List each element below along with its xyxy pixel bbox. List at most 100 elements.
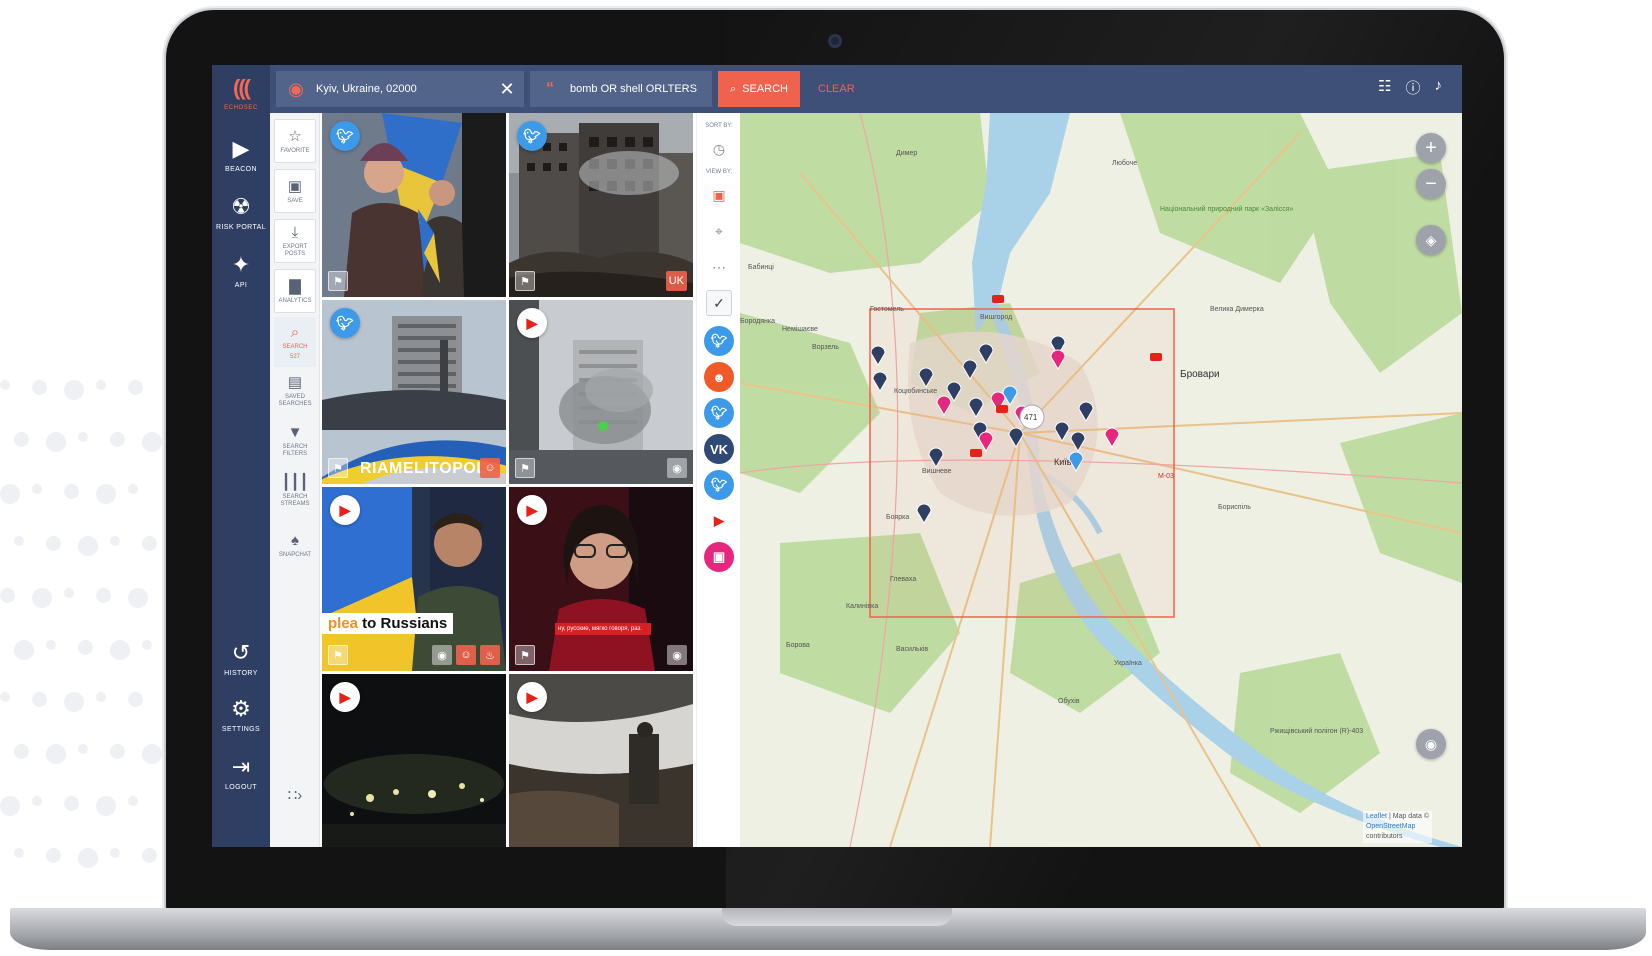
beacon-icon: ▶ — [232, 136, 250, 161]
laptop-notch — [722, 908, 952, 926]
echosec-logo-icon: ((( — [233, 75, 251, 100]
flickr-source-icon[interactable]: ▣ — [704, 542, 734, 572]
youtube-map-marker[interactable] — [992, 295, 1004, 303]
decorative-dot — [128, 484, 138, 494]
flag-icon[interactable]: ⚑ — [328, 271, 348, 291]
nav-risk-portal[interactable]: ☢ RISK PORTAL — [212, 187, 270, 239]
star-icon: ☆ — [288, 127, 302, 145]
decorative-dot — [32, 692, 47, 707]
more-icon[interactable]: ⋯ — [705, 253, 733, 281]
flag-icon[interactable]: ⚑ — [515, 458, 535, 478]
decorative-dot — [96, 796, 116, 816]
search-icon: ⌕ — [729, 82, 737, 95]
location-pin-icon[interactable]: ◉ — [667, 458, 687, 478]
map-view[interactable]: Димер Любоче Вишгород Бабинці Бородянка … — [740, 113, 1462, 847]
nav-history[interactable]: ↺ HISTORY — [212, 633, 270, 685]
post-card[interactable]: ▶ plea to Russians ⚑ ♨ ☺ ◉ — [322, 487, 506, 671]
post-card[interactable]: ▶ ⚑ ◉ — [509, 300, 693, 484]
post-card[interactable]: ▶ — [509, 674, 693, 847]
nav-beacon-label: BEACON — [225, 166, 257, 173]
map-label: Боярка — [886, 514, 909, 521]
streams-icon: ┃┃┃ — [281, 474, 309, 491]
bell-icon[interactable]: ♪ — [1435, 77, 1443, 98]
decorative-dot — [78, 536, 98, 556]
clear-button[interactable]: CLEAR — [818, 71, 855, 107]
youtube-map-marker[interactable] — [970, 449, 982, 457]
nav-beacon[interactable]: ▶ BEACON — [212, 129, 270, 181]
zoom-in-button[interactable]: + — [1416, 133, 1446, 163]
nav-logout[interactable]: ⇥ LOGOUT — [212, 747, 270, 799]
app-screen: ((( ECHOSEC ▶ BEACON ☢ RISK PORTAL ✦ API… — [212, 65, 1462, 847]
signal-icon[interactable]: ☷ — [1378, 77, 1391, 98]
twitter-geo-source-icon[interactable]: 🐦︎ — [704, 470, 734, 500]
sort-view-column: SORT BY: ◷ VIEW BY: ▣ ⌖ ⋯ ✓ 🐦︎ ☻ 🐦︎ VK 🐦… — [696, 113, 740, 847]
nav-settings-label: SETTINGS — [221, 726, 261, 733]
flag-icon[interactable]: ⚑ — [328, 645, 348, 665]
select-all-checkbox[interactable]: ✓ — [706, 290, 732, 316]
twitter-icon: 🐦︎ — [330, 308, 360, 338]
flag-icon[interactable]: ⚑ — [515, 645, 535, 665]
search-button-label: SEARCH — [742, 83, 788, 95]
map-canvas: Димер Любоче Вишгород Бабинці Бородянка … — [740, 113, 1462, 847]
flag-icon[interactable]: ⚑ — [328, 458, 348, 478]
decorative-dot — [32, 484, 42, 494]
grid-icon: ∷› — [287, 786, 303, 804]
twitter-icon: 🐦︎ — [330, 121, 360, 151]
youtube-source-icon[interactable]: ▶ — [704, 506, 734, 536]
help-icon[interactable]: ⓘ — [1405, 77, 1420, 98]
search-result-count: 527 — [289, 353, 300, 360]
decorative-dots — [0, 380, 180, 920]
twitter-source-icon[interactable]: 🐦︎ — [704, 326, 734, 356]
post-card[interactable]: 🐦︎ ⚑ UK — [509, 113, 693, 297]
clock-icon[interactable]: ◷ — [705, 135, 733, 163]
post-card[interactable]: 🐦︎ ⚑ — [322, 113, 506, 297]
image-view-icon[interactable]: ▣ — [705, 181, 733, 209]
export-posts-label: EXPORT POSTS — [282, 244, 308, 257]
zoom-out-button[interactable]: − — [1416, 169, 1446, 199]
map-view-icon[interactable]: ⌖ — [705, 217, 733, 245]
favorite-button[interactable]: ☆ FAVORITE — [274, 119, 316, 163]
leaflet-link[interactable]: Leaflet — [1366, 813, 1387, 820]
search-button[interactable]: ⌕ SEARCH — [718, 71, 800, 107]
twitter-alt-source-icon[interactable]: 🐦︎ — [704, 398, 734, 428]
flag-icon[interactable]: ⚑ — [515, 271, 535, 291]
youtube-map-marker[interactable] — [996, 405, 1008, 413]
post-card[interactable]: 🐦︎ ⚑ RIAMELITOPOL ☺ — [322, 300, 506, 484]
nav-api[interactable]: ✦ API — [212, 245, 270, 297]
nav-settings[interactable]: ⚙ SETTINGS — [212, 689, 270, 741]
decorative-dot — [128, 796, 138, 806]
decorative-dot — [96, 380, 106, 390]
location-pin-icon[interactable]: ◉ — [1416, 729, 1446, 759]
osm-link[interactable]: OpenStreetMap — [1366, 823, 1415, 830]
webcam-icon — [828, 34, 842, 48]
location-pin-icon[interactable]: ◉ — [667, 645, 687, 665]
decorative-dot — [128, 692, 143, 707]
youtube-icon: ▶ — [517, 495, 547, 525]
location-pin-icon[interactable]: ◉ — [432, 645, 452, 665]
search-filters-button[interactable]: ▼ SEARCH FILTERS — [274, 419, 316, 463]
youtube-map-marker[interactable] — [1150, 353, 1162, 361]
map-label: М-03 — [1158, 473, 1174, 480]
vk-source-icon[interactable]: VK — [704, 434, 734, 464]
query-field[interactable]: “ bomb OR shell ORLTERS — [530, 71, 712, 107]
clear-location-icon[interactable]: ✕ — [490, 79, 524, 100]
saved-searches-button[interactable]: ▤ SAVED SEARCHES — [274, 369, 316, 413]
nav-api-label: API — [234, 282, 248, 289]
save-button[interactable]: ▣ SAVE — [274, 169, 316, 213]
layers-icon[interactable]: ◈ — [1416, 225, 1446, 255]
reddit-source-icon[interactable]: ☻ — [704, 362, 734, 392]
logout-icon: ⇥ — [231, 754, 251, 779]
analytics-label: ANALYTICS — [278, 297, 312, 304]
grid-menu-button[interactable]: ∷› — [274, 773, 316, 817]
snapchat-button[interactable]: ♠ SNAPCHAT — [274, 523, 316, 567]
post-card[interactable]: ▶ — [322, 674, 506, 847]
location-field[interactable]: ◉ Kyiv, Ukraine, 02000 ✕ — [276, 71, 524, 107]
analytics-button[interactable]: ▇ ANALYTICS — [274, 269, 316, 313]
decorative-dot — [32, 796, 42, 806]
search-tool-button[interactable]: ⌕ SEARCH 527 — [274, 317, 316, 367]
export-posts-button[interactable]: ⤓ EXPORT POSTS — [274, 219, 316, 263]
search-tool-label: SEARCH — [282, 343, 308, 350]
search-streams-button[interactable]: ┃┃┃ SEARCH STREAMS — [274, 469, 316, 513]
post-card[interactable]: ▶ ну, русские, мягко говоря, раз. ⚑ ◉ — [509, 487, 693, 671]
echosec-logo[interactable]: ((( ECHOSEC — [212, 75, 270, 111]
